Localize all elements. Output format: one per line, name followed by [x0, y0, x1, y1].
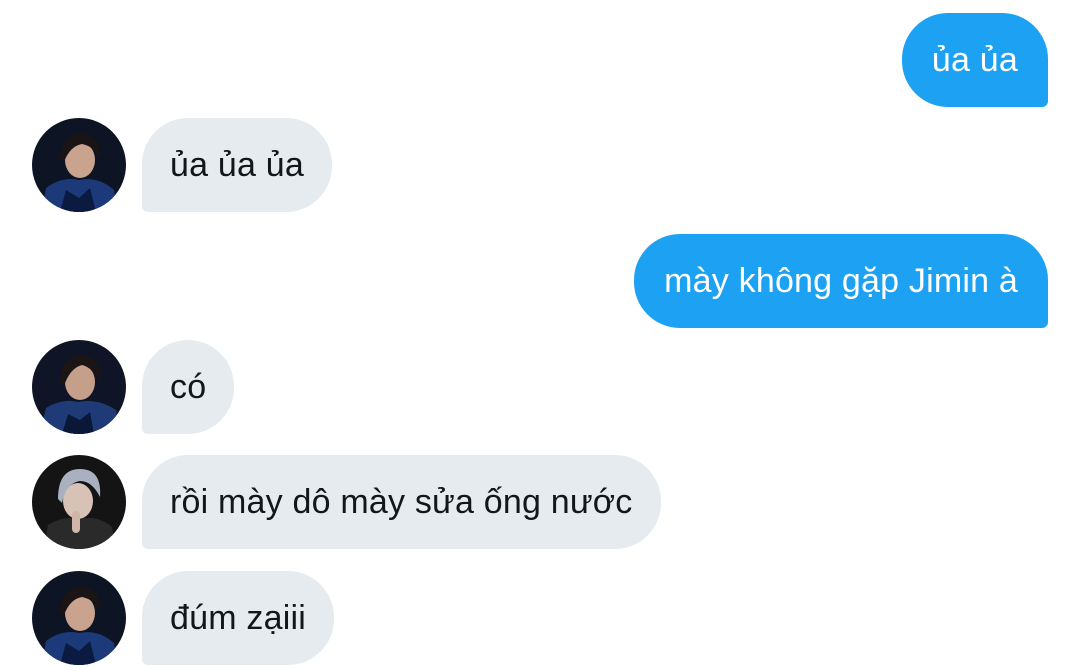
- message-bubble-incoming[interactable]: rồi mày dô mày sửa ống nước: [142, 455, 661, 549]
- avatar[interactable]: [32, 571, 126, 665]
- message-bubble-outgoing[interactable]: ủa ủa: [901, 13, 1048, 107]
- conversation-view: ủa ủa ủa ủa ủa mày không gặp Jimin à có: [0, 0, 1080, 669]
- message-text: có: [170, 367, 207, 406]
- profile-photo-icon: [32, 118, 126, 212]
- message-text: ủa ủa: [931, 40, 1018, 79]
- message-bubble-incoming[interactable]: có: [142, 340, 235, 434]
- profile-photo-icon: [32, 571, 126, 665]
- message-bubble-incoming[interactable]: đúm zạiii: [142, 571, 334, 665]
- message-text: mày không gặp Jimin à: [664, 261, 1018, 300]
- message-text: rồi mày dô mày sửa ống nước: [170, 482, 633, 521]
- message-bubble-outgoing[interactable]: mày không gặp Jimin à: [634, 234, 1048, 328]
- profile-photo-icon: [32, 455, 126, 549]
- avatar[interactable]: [32, 340, 126, 434]
- message-text: đúm zạiii: [170, 598, 306, 637]
- profile-photo-icon: [32, 340, 126, 434]
- avatar[interactable]: [32, 455, 126, 549]
- message-bubble-incoming[interactable]: ủa ủa ủa: [142, 118, 332, 212]
- avatar[interactable]: [32, 118, 126, 212]
- message-text: ủa ủa ủa: [170, 145, 304, 184]
